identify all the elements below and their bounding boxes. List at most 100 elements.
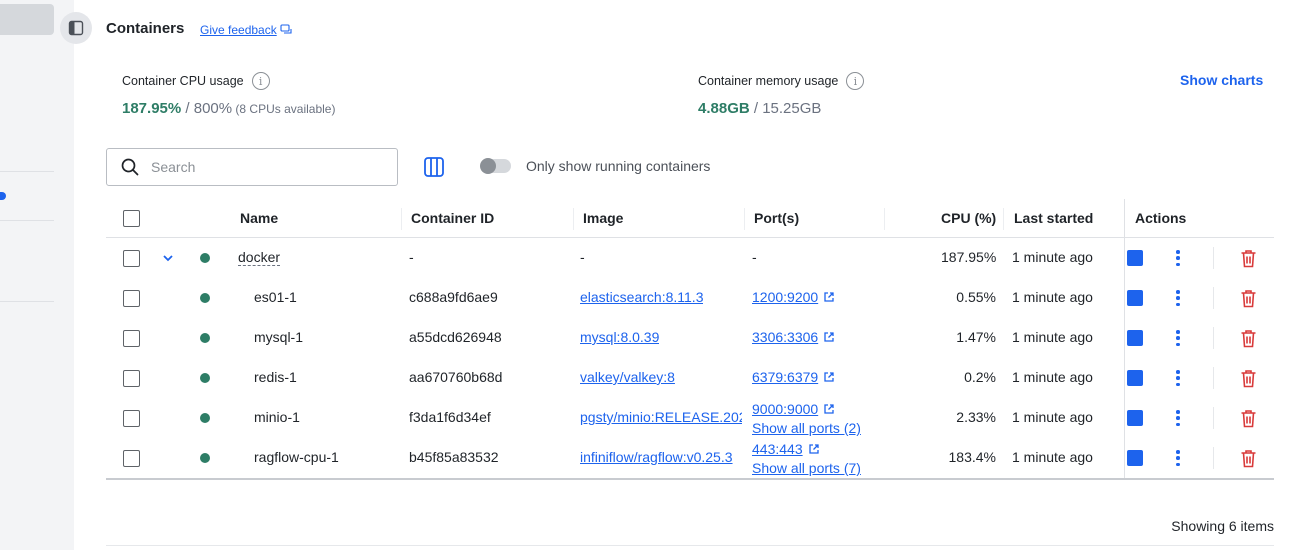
running-status-dot — [200, 413, 210, 423]
container-name[interactable]: minio-1 — [254, 409, 300, 425]
external-link-icon[interactable] — [823, 371, 835, 383]
show-all-ports-link[interactable]: Show all ports (7) — [752, 460, 861, 476]
cpu-usage-label-text: Container CPU usage — [122, 74, 244, 88]
container-image-link[interactable]: valkey/valkey:8 — [580, 369, 675, 385]
table-row[interactable]: redis-1 aa670760b68d valkey/valkey:8 637… — [106, 358, 1274, 398]
running-status-dot — [200, 293, 210, 303]
containers-table: Name Container ID Image Port(s) CPU (%) … — [106, 198, 1274, 478]
row-checkbox[interactable] — [123, 450, 140, 467]
container-last-started: 1 minute ago — [1012, 289, 1093, 305]
trash-icon[interactable] — [1240, 289, 1257, 308]
stop-button[interactable] — [1127, 330, 1143, 346]
sidebar-divider — [0, 171, 54, 172]
trash-icon[interactable] — [1240, 409, 1257, 428]
sidebar-selected-item[interactable] — [0, 4, 54, 35]
trash-icon[interactable] — [1240, 249, 1257, 268]
container-id: aa670760b68d — [409, 369, 503, 385]
give-feedback-link[interactable]: Give feedback — [200, 23, 293, 37]
more-options-button[interactable] — [1172, 369, 1184, 387]
trash-icon[interactable] — [1240, 329, 1257, 348]
more-options-button[interactable] — [1172, 329, 1184, 347]
external-link-icon[interactable] — [823, 291, 835, 303]
container-port-link[interactable]: 6379:6379 — [752, 369, 818, 385]
info-icon[interactable]: i — [251, 72, 270, 90]
stop-button[interactable] — [1127, 250, 1143, 266]
more-options-button[interactable] — [1172, 449, 1184, 467]
column-header-ports[interactable]: Port(s) — [754, 210, 799, 226]
stop-button[interactable] — [1127, 450, 1143, 466]
container-id: - — [409, 249, 414, 265]
action-divider — [1213, 247, 1214, 269]
container-image-link[interactable]: mysql:8.0.39 — [580, 329, 659, 345]
more-options-button[interactable] — [1172, 249, 1184, 267]
row-checkbox[interactable] — [123, 250, 140, 267]
sidebar-toggle-button[interactable] — [60, 12, 92, 44]
container-image-link[interactable]: infiniflow/ragflow:v0.25.3 — [580, 449, 733, 465]
column-header-cpu[interactable]: CPU (%) — [941, 210, 996, 226]
stop-button[interactable] — [1127, 370, 1143, 386]
stop-button[interactable] — [1127, 290, 1143, 306]
container-cpu: 183.4% — [948, 449, 996, 465]
container-port: - — [752, 249, 757, 265]
external-link-icon[interactable] — [823, 331, 835, 343]
container-name[interactable]: ragflow-cpu-1 — [254, 449, 339, 465]
select-all-checkbox[interactable] — [123, 210, 140, 227]
memory-used: 4.88GB — [698, 100, 750, 117]
container-port-link[interactable]: 9000:9000 — [752, 401, 818, 417]
container-image-link[interactable]: pgsty/minio:RELEASE.2025 — [580, 409, 742, 425]
show-all-ports-link[interactable]: Show all ports (2) — [752, 420, 861, 436]
more-options-button[interactable] — [1172, 409, 1184, 427]
row-checkbox[interactable] — [123, 290, 140, 307]
table-row[interactable]: ragflow-cpu-1 b45f85a83532 infiniflow/ra… — [106, 438, 1274, 478]
row-checkbox[interactable] — [123, 370, 140, 387]
items-count: Showing 6 items — [1171, 518, 1274, 534]
container-name[interactable]: docker — [238, 249, 281, 266]
trash-icon[interactable] — [1240, 449, 1257, 468]
container-port-link[interactable]: 3306:3306 — [752, 329, 818, 345]
chevron-down-icon[interactable] — [162, 253, 174, 263]
search-input[interactable] — [151, 159, 371, 175]
column-divider — [401, 208, 402, 230]
cpu-note: (8 CPUs available) — [232, 102, 336, 116]
memory-usage-value: 4.88GB / 15.25GB — [698, 100, 821, 117]
container-port-cell: 3306:3306 — [752, 329, 835, 345]
left-sidebar — [0, 0, 74, 550]
container-name[interactable]: mysql-1 — [254, 329, 303, 345]
search-box[interactable] — [106, 148, 398, 186]
trash-icon[interactable] — [1240, 369, 1257, 388]
column-header-name[interactable]: Name — [240, 210, 278, 226]
container-image-link[interactable]: elasticsearch:8.11.3 — [580, 289, 703, 305]
more-options-button[interactable] — [1172, 289, 1184, 307]
row-checkbox[interactable] — [123, 410, 140, 427]
table-row[interactable]: es01-1 c688a9fd6ae9 elasticsearch:8.11.3… — [106, 278, 1274, 318]
column-header-last-started[interactable]: Last started — [1014, 210, 1093, 226]
container-name[interactable]: redis-1 — [254, 369, 297, 385]
memory-usage-label: Container memory usage i — [698, 72, 865, 90]
container-cpu: 0.2% — [964, 369, 996, 385]
column-divider — [884, 208, 885, 230]
row-checkbox[interactable] — [123, 330, 140, 347]
column-header-image[interactable]: Image — [583, 210, 623, 226]
container-id: b45f85a83532 — [409, 449, 499, 465]
info-icon[interactable]: i — [846, 72, 865, 90]
stop-button[interactable] — [1127, 410, 1143, 426]
container-name[interactable]: es01-1 — [254, 289, 297, 305]
columns-icon[interactable] — [422, 155, 446, 179]
container-image: - — [580, 249, 585, 265]
external-link-icon[interactable] — [808, 443, 820, 455]
running-status-dot — [200, 333, 210, 343]
table-row[interactable]: minio-1 f3da1f6d34ef pgsty/minio:RELEASE… — [106, 398, 1274, 438]
container-port-link[interactable]: 1200:9200 — [752, 289, 818, 305]
column-header-actions: Actions — [1135, 210, 1187, 226]
external-link-icon[interactable] — [823, 403, 835, 415]
column-header-container-id[interactable]: Container ID — [411, 210, 494, 226]
table-row[interactable]: mysql-1 a55dcd626948 mysql:8.0.39 3306:3… — [106, 318, 1274, 358]
table-row[interactable]: docker - - - 187.95% 1 minute ago — [106, 238, 1274, 278]
container-port-link[interactable]: 443:443 — [752, 441, 803, 457]
container-id: c688a9fd6ae9 — [409, 289, 498, 305]
show-charts-button[interactable]: Show charts — [1180, 72, 1263, 88]
action-divider — [1213, 447, 1214, 469]
running-status-dot — [200, 253, 210, 263]
running-only-toggle[interactable] — [480, 158, 511, 174]
give-feedback-label: Give feedback — [200, 23, 277, 37]
